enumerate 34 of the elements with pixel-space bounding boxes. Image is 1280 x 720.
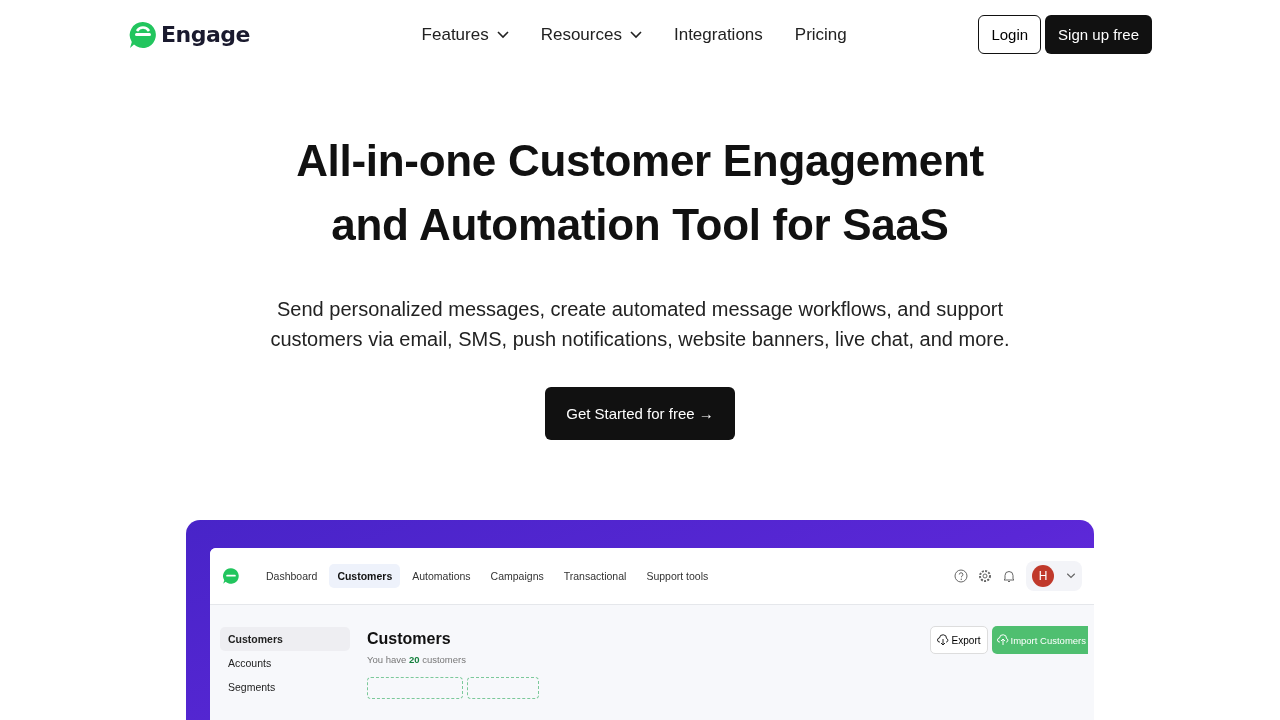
nav-tab[interactable]: Dashboard — [258, 564, 326, 588]
nav-tab[interactable]: Campaigns — [482, 564, 552, 588]
nav-tab[interactable]: Transactional — [555, 564, 635, 588]
logo-text: Engage — [161, 22, 250, 47]
chevron-down-icon[interactable] — [1066, 573, 1076, 579]
upload-icon — [996, 634, 1009, 646]
hero-title: All-in-one Customer Engagement and Automation Tool for SaaS — [295, 135, 985, 251]
help-icon[interactable] — [954, 569, 968, 583]
customer-count: You have 20 customers — [367, 654, 466, 665]
page-title: Customers — [367, 630, 452, 648]
nav-tab[interactable]: Customers — [329, 564, 401, 588]
logo-icon — [128, 19, 158, 50]
user-avatar[interactable]: H — [1032, 565, 1054, 587]
chevron-down-icon — [629, 30, 642, 39]
nav-link[interactable]: Resources — [540, 24, 642, 45]
nav-link[interactable]: Pricing — [794, 24, 847, 45]
logo[interactable]: Engage — [128, 19, 250, 50]
nav-tab[interactable]: Automations — [404, 564, 479, 588]
nav-link[interactable]: Features — [421, 24, 509, 45]
sidebar-item[interactable]: Segments — [220, 675, 350, 699]
signup-button[interactable]: Sign up free — [1045, 15, 1152, 54]
hero-subtitle: Send personalized messages, create automated message workflows, and support customers via email, SMS, push notifications, website banners, live chat, and more. — [269, 297, 1011, 352]
nav-link[interactable]: Integrations — [673, 24, 763, 45]
settings-icon[interactable] — [978, 569, 992, 583]
get-started-button[interactable]: Get Started for free → — [545, 387, 735, 440]
sidebar-item[interactable]: Accounts — [220, 651, 350, 675]
login-button[interactable]: Login — [978, 15, 1042, 54]
download-icon — [936, 634, 949, 646]
chevron-down-icon — [496, 30, 509, 39]
nav-tab[interactable]: Support tools — [638, 564, 717, 588]
sidebar-item[interactable]: Customers — [220, 627, 350, 651]
logo-icon — [222, 567, 240, 585]
bell-icon[interactable] — [1002, 569, 1016, 583]
export-button[interactable]: Export — [929, 626, 988, 654]
